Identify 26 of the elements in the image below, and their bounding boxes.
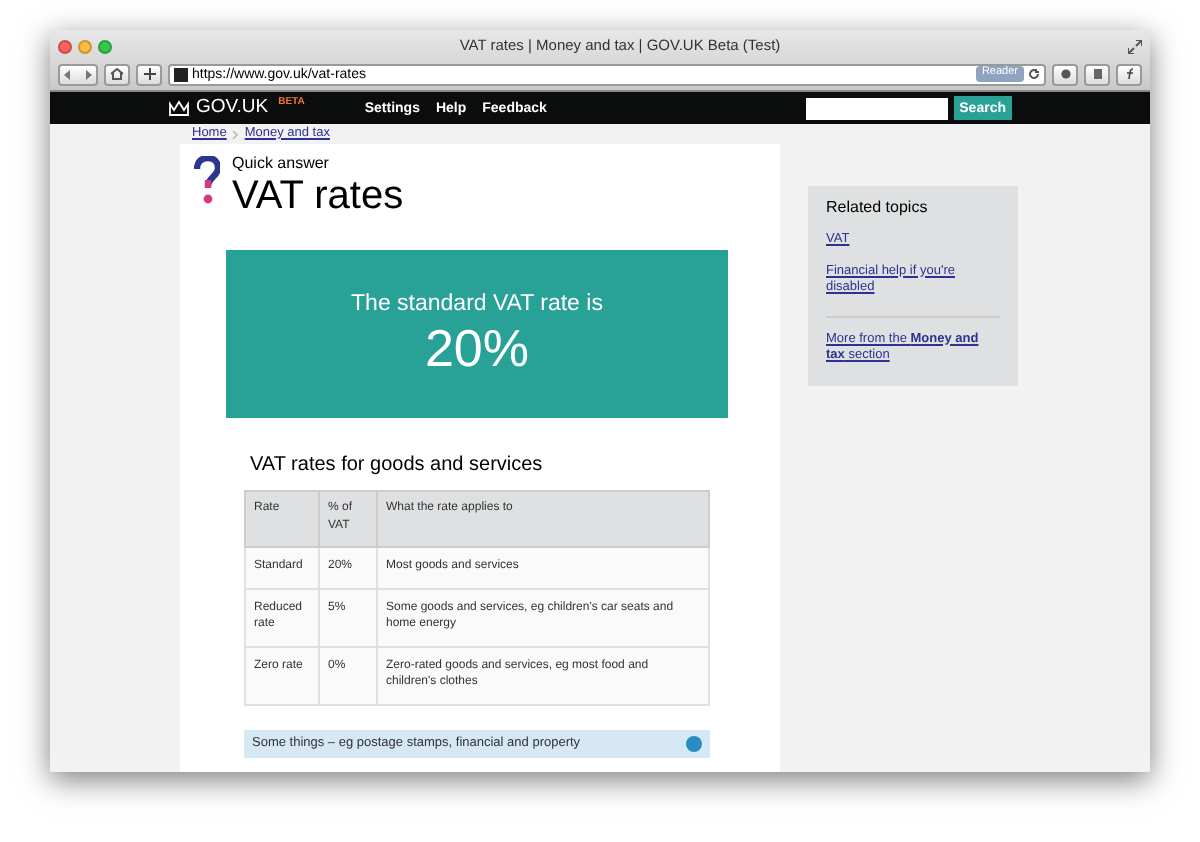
section-title: VAT rates for goods and services xyxy=(250,454,545,478)
toolbar-button[interactable] xyxy=(1052,63,1078,85)
reload-icon[interactable] xyxy=(1028,68,1040,80)
circle-icon xyxy=(1059,68,1071,80)
highlight-lead: The standard VAT rate is xyxy=(351,290,603,318)
back-forward-button[interactable] xyxy=(58,63,98,85)
home-icon xyxy=(110,68,124,80)
related-title: Related topics xyxy=(826,198,930,218)
fullscreen-icon[interactable] xyxy=(1128,39,1142,53)
chevron-icon xyxy=(232,129,239,139)
plus-icon xyxy=(143,68,155,80)
arrows-icon xyxy=(64,69,92,79)
search-field[interactable] xyxy=(805,97,948,119)
crown-icon xyxy=(168,100,190,116)
new-tab-button[interactable] xyxy=(136,63,162,85)
site-logo[interactable]: GOV.UK xyxy=(196,98,269,118)
kicker-text: Quick answer xyxy=(232,154,331,174)
site-favicon xyxy=(174,67,188,81)
page-title: VAT rates xyxy=(232,174,404,218)
toolbar-button[interactable] xyxy=(1084,63,1110,85)
toolbar-button[interactable] xyxy=(1116,63,1142,85)
info-icon xyxy=(686,735,702,751)
function-icon xyxy=(1123,68,1135,80)
home-button[interactable] xyxy=(104,63,130,85)
highlight-value: 20% xyxy=(424,318,530,378)
question-mark-icon xyxy=(194,156,220,208)
